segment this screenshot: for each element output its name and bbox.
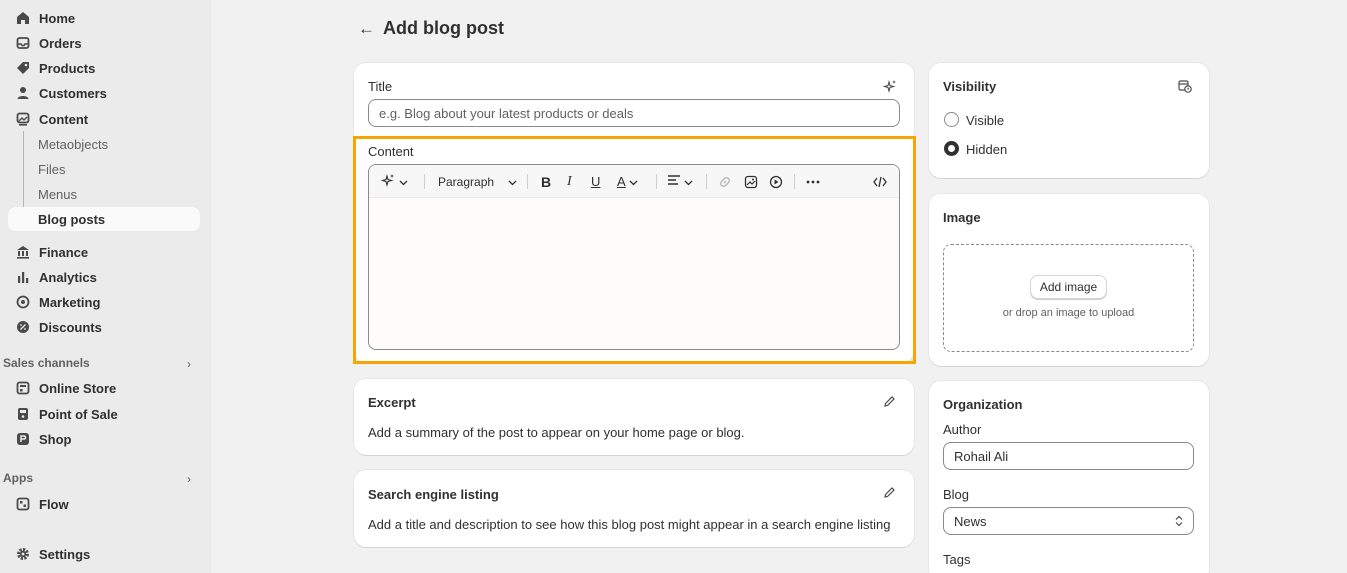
visibility-title: Visibility: [943, 79, 997, 94]
nav-settings[interactable]: Settings: [8, 542, 200, 566]
nav-shop-label: Shop: [39, 431, 72, 447]
page-title: Add blog post: [383, 18, 504, 38]
nav-analytics[interactable]: Analytics: [8, 265, 200, 289]
nav-content-label: Content: [39, 111, 89, 127]
excerpt-description: Add a summary of the post to appear on y…: [368, 425, 745, 440]
nav-settings-label: Settings: [39, 546, 91, 562]
author-value: Rohail Ali: [954, 448, 1009, 464]
nav-products-label: Products: [39, 60, 96, 76]
sub-item-menus[interactable]: Menus: [8, 182, 200, 206]
nav-home[interactable]: Home: [8, 6, 200, 30]
nav-online-store[interactable]: Online Store: [8, 376, 200, 400]
radio-hidden[interactable]: [944, 141, 959, 156]
tags-label: Tags: [943, 552, 971, 567]
nav-content[interactable]: Content: [8, 107, 200, 131]
pos-icon: [15, 406, 31, 422]
title-label: Title: [368, 79, 393, 94]
sub-item-label: Files: [38, 161, 66, 177]
author-input[interactable]: Rohail Ali: [943, 442, 1194, 470]
radio-hidden-label: Hidden: [966, 142, 1008, 157]
nav-shop[interactable]: Shop: [8, 427, 200, 451]
pencil-icon[interactable]: [883, 395, 896, 411]
radio-visible-label: Visible: [966, 113, 1005, 128]
nav-customers-label: Customers: [39, 85, 107, 101]
add-image-button[interactable]: Add image: [1030, 275, 1107, 299]
nav-flow[interactable]: Flow: [8, 492, 200, 516]
nav-finance-label: Finance: [39, 244, 89, 260]
calendar-clock-icon[interactable]: [1178, 79, 1192, 96]
nav-point-of-sale[interactable]: Point of Sale: [8, 402, 200, 426]
radio-visible[interactable]: [944, 112, 959, 127]
gear-icon: [15, 546, 31, 562]
nav-discounts-label: Discounts: [39, 319, 102, 335]
nav-orders[interactable]: Orders: [8, 31, 200, 55]
sub-item-label: Metaobjects: [38, 136, 109, 152]
nav-home-label: Home: [39, 10, 76, 26]
seo-title: Search engine listing: [368, 487, 499, 502]
title-placeholder: e.g. Blog about your latest products or …: [379, 105, 634, 121]
nav-point-of-sale-label: Point of Sale: [39, 406, 118, 422]
nav-finance[interactable]: Finance: [8, 240, 200, 264]
seo-description: Add a title and description to see how t…: [368, 517, 891, 532]
arrow-left-icon[interactable]: ←: [358, 19, 375, 39]
image-drop-hint: or drop an image to upload: [1002, 307, 1135, 319]
sub-item-files[interactable]: Files: [8, 157, 200, 181]
title-input[interactable]: e.g. Blog about your latest products or …: [368, 99, 900, 127]
apps-title: Apps: [3, 471, 33, 485]
flow-icon: [15, 496, 31, 512]
inbox-icon: [15, 35, 31, 51]
person-icon: [15, 85, 31, 101]
nav-discounts[interactable]: Discounts: [8, 315, 200, 339]
shop-icon: [15, 431, 31, 447]
image-icon: [15, 111, 31, 127]
pencil-icon[interactable]: [883, 486, 896, 502]
home-icon: [15, 10, 31, 26]
target-icon: [15, 294, 31, 310]
nav-online-store-label: Online Store: [39, 380, 117, 396]
nav-marketing-label: Marketing: [39, 294, 101, 310]
chevron-right-icon[interactable]: ›: [187, 357, 191, 371]
sales-channels-title: Sales channels: [3, 356, 90, 370]
sub-item-metaobjects[interactable]: Metaobjects: [8, 132, 200, 156]
sub-item-label: Menus: [38, 186, 78, 202]
nav-analytics-label: Analytics: [39, 269, 97, 285]
nav-orders-label: Orders: [39, 35, 82, 51]
seo-card: [354, 470, 914, 547]
organization-title: Organization: [943, 397, 1023, 412]
nav-flow-label: Flow: [39, 496, 69, 512]
nav-products[interactable]: Products: [8, 56, 200, 80]
discount-icon: [15, 319, 31, 335]
nav-customers[interactable]: Customers: [8, 81, 200, 105]
blog-label: Blog: [943, 487, 970, 502]
nav-marketing[interactable]: Marketing: [8, 290, 200, 314]
chevron-right-icon[interactable]: ›: [187, 472, 191, 486]
image-title: Image: [943, 210, 981, 225]
sub-item-blog-posts[interactable]: Blog posts: [8, 207, 200, 231]
sparkle-icon[interactable]: [882, 79, 897, 96]
blog-select[interactable]: News: [943, 507, 1194, 535]
excerpt-card: [354, 379, 914, 455]
store-icon: [15, 380, 31, 396]
sub-item-label: Blog posts: [38, 211, 106, 227]
tag-icon: [15, 60, 31, 76]
author-label: Author: [943, 422, 982, 437]
blog-select-value: News: [954, 513, 987, 529]
select-arrows-icon: [1175, 515, 1183, 530]
bank-icon: [15, 244, 31, 260]
excerpt-title: Excerpt: [368, 395, 416, 410]
bar-chart-icon: [15, 269, 31, 285]
sidebar: Home Orders Products Customers Content M…: [0, 0, 211, 573]
content-highlight-frame: [353, 136, 916, 364]
